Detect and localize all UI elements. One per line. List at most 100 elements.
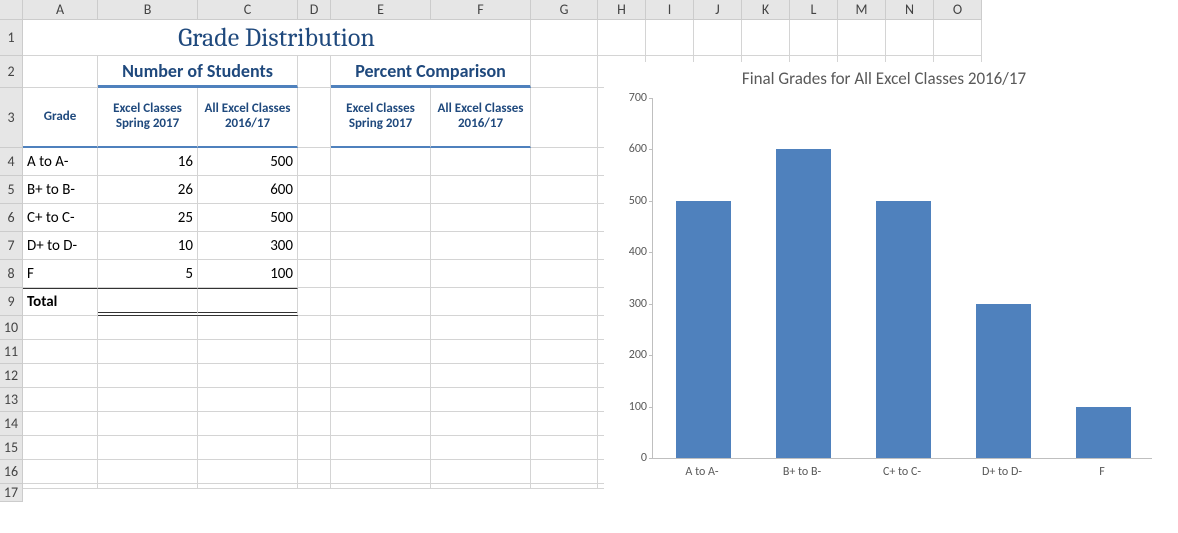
cell-B10[interactable]: [98, 316, 198, 340]
chart-container[interactable]: Final Grades for All Excel Classes 2016/…: [604, 62, 1164, 502]
subheader-all-f[interactable]: All Excel Classes 2016/17: [431, 88, 531, 148]
cell-C11[interactable]: [198, 340, 298, 364]
row-header-1[interactable]: 1: [0, 20, 23, 56]
cell-O1[interactable]: [934, 20, 982, 56]
row-header-15[interactable]: 15: [0, 436, 23, 460]
cell-C4[interactable]: 500: [198, 148, 298, 176]
cell-F10[interactable]: [431, 316, 531, 340]
cell-F8[interactable]: [431, 260, 531, 288]
cell-G1[interactable]: [531, 20, 598, 56]
cell-A6[interactable]: C+ to C-: [23, 204, 98, 232]
column-header-e[interactable]: E: [331, 0, 431, 20]
cell-A2[interactable]: [23, 56, 98, 88]
cell-B14[interactable]: [98, 412, 198, 436]
cell-B8[interactable]: 5: [98, 260, 198, 288]
cell-E4[interactable]: [331, 148, 431, 176]
cell-B5[interactable]: 26: [98, 176, 198, 204]
cell-L1[interactable]: [790, 20, 838, 56]
cell-G17[interactable]: [531, 484, 598, 489]
column-header-h[interactable]: H: [598, 0, 646, 20]
cell-G10[interactable]: [531, 316, 598, 340]
subheader-grade[interactable]: Grade: [23, 88, 98, 148]
column-header-m[interactable]: M: [838, 0, 886, 20]
cell-F5[interactable]: [431, 176, 531, 204]
cell-B16[interactable]: [98, 460, 198, 484]
chart-bar[interactable]: [776, 149, 831, 458]
cell-M1[interactable]: [838, 20, 886, 56]
cell-E9[interactable]: [331, 288, 431, 316]
cell-C14[interactable]: [198, 412, 298, 436]
cell-F4[interactable]: [431, 148, 531, 176]
subheader-all-c[interactable]: All Excel Classes 2016/17: [198, 88, 298, 148]
cell-F12[interactable]: [431, 364, 531, 388]
column-header-j[interactable]: J: [694, 0, 742, 20]
cell-B4[interactable]: 16: [98, 148, 198, 176]
cell-C6[interactable]: 500: [198, 204, 298, 232]
cell-F6[interactable]: [431, 204, 531, 232]
cell-F9[interactable]: [431, 288, 531, 316]
cell-E8[interactable]: [331, 260, 431, 288]
cell-G13[interactable]: [531, 388, 598, 412]
cell-E10[interactable]: [331, 316, 431, 340]
cell-F16[interactable]: [431, 460, 531, 484]
cell-C13[interactable]: [198, 388, 298, 412]
cell-G5[interactable]: [531, 176, 598, 204]
cell-G14[interactable]: [531, 412, 598, 436]
cell-B11[interactable]: [98, 340, 198, 364]
row-header-2[interactable]: 2: [0, 56, 23, 88]
column-header-b[interactable]: B: [98, 0, 198, 20]
total-label[interactable]: Total: [23, 288, 98, 316]
row-header-12[interactable]: 12: [0, 364, 23, 388]
row-header-9[interactable]: 9: [0, 288, 23, 316]
column-header-k[interactable]: K: [742, 0, 790, 20]
subheader-spring-b[interactable]: Excel Classes Spring 2017: [98, 88, 198, 148]
row-header-10[interactable]: 10: [0, 316, 23, 340]
cell-A4[interactable]: A to A-: [23, 148, 98, 176]
cell-H1[interactable]: [598, 20, 646, 56]
cell-A11[interactable]: [23, 340, 98, 364]
cell-E11[interactable]: [331, 340, 431, 364]
cell-G4[interactable]: [531, 148, 598, 176]
chart-bar[interactable]: [976, 304, 1031, 458]
column-header-o[interactable]: O: [934, 0, 982, 20]
cell-C16[interactable]: [198, 460, 298, 484]
cell-D16[interactable]: [298, 460, 331, 484]
cell-D7[interactable]: [298, 232, 331, 260]
cell-C17[interactable]: [198, 484, 298, 489]
cell-B15[interactable]: [98, 436, 198, 460]
cell-A17[interactable]: [23, 484, 98, 489]
row-header-6[interactable]: 6: [0, 204, 23, 232]
cell-A15[interactable]: [23, 436, 98, 460]
row-header-8[interactable]: 8: [0, 260, 23, 288]
cell-D2[interactable]: [298, 56, 331, 88]
row-header-11[interactable]: 11: [0, 340, 23, 364]
cell-A14[interactable]: [23, 412, 98, 436]
cell-D5[interactable]: [298, 176, 331, 204]
column-header-n[interactable]: N: [886, 0, 934, 20]
cell-D8[interactable]: [298, 260, 331, 288]
cell-G11[interactable]: [531, 340, 598, 364]
cell-K1[interactable]: [742, 20, 790, 56]
cell-G7[interactable]: [531, 232, 598, 260]
cell-F7[interactable]: [431, 232, 531, 260]
column-header-g[interactable]: G: [531, 0, 598, 20]
column-header-d[interactable]: D: [298, 0, 331, 20]
select-all-corner[interactable]: [0, 0, 23, 20]
cell-D15[interactable]: [298, 436, 331, 460]
row-header-16[interactable]: 16: [0, 460, 23, 484]
chart-bar[interactable]: [676, 201, 731, 458]
cell-C12[interactable]: [198, 364, 298, 388]
row-header-5[interactable]: 5: [0, 176, 23, 204]
cell-A10[interactable]: [23, 316, 98, 340]
row-header-13[interactable]: 13: [0, 388, 23, 412]
header-percent-comparison[interactable]: Percent Comparison: [331, 56, 531, 88]
chart-bar[interactable]: [876, 201, 931, 458]
cell-C8[interactable]: 100: [198, 260, 298, 288]
cell-D9[interactable]: [298, 288, 331, 316]
cell-J1[interactable]: [694, 20, 742, 56]
cell-A13[interactable]: [23, 388, 98, 412]
cell-G15[interactable]: [531, 436, 598, 460]
cell-D4[interactable]: [298, 148, 331, 176]
cell-E5[interactable]: [331, 176, 431, 204]
cell-B12[interactable]: [98, 364, 198, 388]
